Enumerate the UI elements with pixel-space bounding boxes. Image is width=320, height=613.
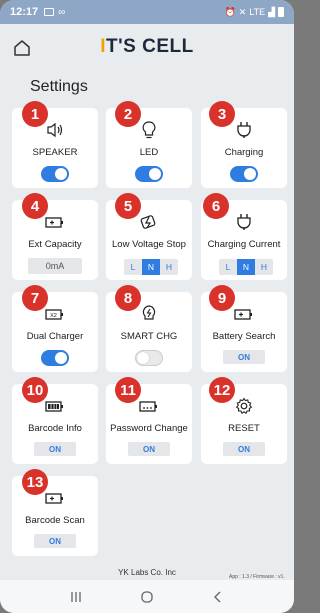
- card-label: Charging Current: [207, 239, 281, 250]
- number-badge: 9: [209, 285, 235, 311]
- infinity-icon: ∞: [58, 6, 66, 18]
- card-label: SPEAKER: [32, 147, 78, 158]
- number-badge: 11: [115, 377, 141, 403]
- phone-screen: 12:17 ∞ ⏰ ✕ LTE ▟ IT'S CELL Settings SPE…: [0, 0, 294, 613]
- back-chevron-icon: [214, 591, 221, 602]
- barcode-scan-button[interactable]: ON: [34, 534, 76, 548]
- card-label: LED: [139, 147, 159, 158]
- card-label: Ext Capacity: [28, 239, 82, 250]
- number-badge: 6: [203, 193, 229, 219]
- barcode-info-button[interactable]: ON: [34, 442, 76, 456]
- segment-option[interactable]: L: [219, 259, 237, 275]
- network-type: LTE: [249, 7, 266, 17]
- card-label: Barcode Scan: [25, 515, 85, 526]
- card-label: Charging: [224, 147, 264, 158]
- number-badge: 2: [115, 101, 141, 127]
- card-label: SMART CHG: [120, 331, 178, 342]
- status-bar: 12:17 ∞ ⏰ ✕ LTE ▟: [0, 0, 294, 24]
- card-label: Barcode Info: [28, 423, 82, 434]
- svg-text:X2: X2: [50, 313, 57, 319]
- recent-apps-icon: [71, 591, 81, 602]
- card-label: Battery Search: [212, 331, 276, 342]
- password-change-button[interactable]: ON: [128, 442, 170, 456]
- home-nav-button[interactable]: [135, 587, 159, 607]
- segment-option[interactable]: H: [255, 259, 273, 275]
- speaker-toggle[interactable]: [41, 166, 69, 182]
- smart-chg-toggle[interactable]: [135, 350, 163, 366]
- page-title: Settings: [30, 78, 88, 95]
- segment-option[interactable]: H: [160, 259, 178, 275]
- charging-current-segmented: L N H: [219, 259, 273, 275]
- segment-option[interactable]: N: [142, 259, 160, 275]
- ext-capacity-value[interactable]: 0mA: [28, 258, 82, 274]
- segment-option[interactable]: N: [237, 259, 255, 275]
- signal-icon: ▟: [268, 6, 275, 17]
- card-label: Dual Charger: [26, 331, 84, 342]
- card-label: Password Change: [110, 423, 188, 434]
- number-badge: 13: [22, 469, 48, 495]
- number-badge: 1: [22, 101, 48, 127]
- number-badge: 7: [22, 285, 48, 311]
- app-bar: IT'S CELL: [0, 24, 294, 70]
- number-badge: 12: [209, 377, 235, 403]
- home-circle-icon: [141, 590, 153, 603]
- gallery-icon: [44, 8, 55, 16]
- status-time: 12:17: [10, 6, 39, 18]
- number-badge: 4: [22, 193, 48, 219]
- alarm-icon: ⏰: [224, 6, 236, 17]
- battery-search-button[interactable]: ON: [223, 350, 265, 364]
- number-badge: 8: [115, 285, 141, 311]
- footer: YK Labs Co. Inc App : 1.3 / Firmware : v…: [0, 564, 294, 580]
- back-button[interactable]: [206, 587, 230, 607]
- dual-charger-toggle[interactable]: [41, 350, 69, 366]
- mute-icon: ✕: [238, 6, 247, 17]
- battery-icon: [278, 7, 284, 17]
- app-logo: IT'S CELL: [100, 36, 194, 57]
- number-badge: 3: [209, 101, 235, 127]
- system-nav-bar: [0, 580, 294, 613]
- reset-button[interactable]: ON: [223, 442, 265, 456]
- card-label: Low Voltage Stop: [112, 239, 186, 250]
- number-badge: 10: [22, 377, 48, 403]
- recent-apps-button[interactable]: [64, 587, 88, 607]
- led-toggle[interactable]: [135, 166, 163, 182]
- number-badge: 5: [115, 193, 141, 219]
- segment-option[interactable]: L: [124, 259, 142, 275]
- card-label: RESET: [228, 423, 260, 434]
- home-icon[interactable]: [12, 38, 32, 58]
- low-voltage-segmented: L N H: [124, 259, 178, 275]
- charging-toggle[interactable]: [230, 166, 258, 182]
